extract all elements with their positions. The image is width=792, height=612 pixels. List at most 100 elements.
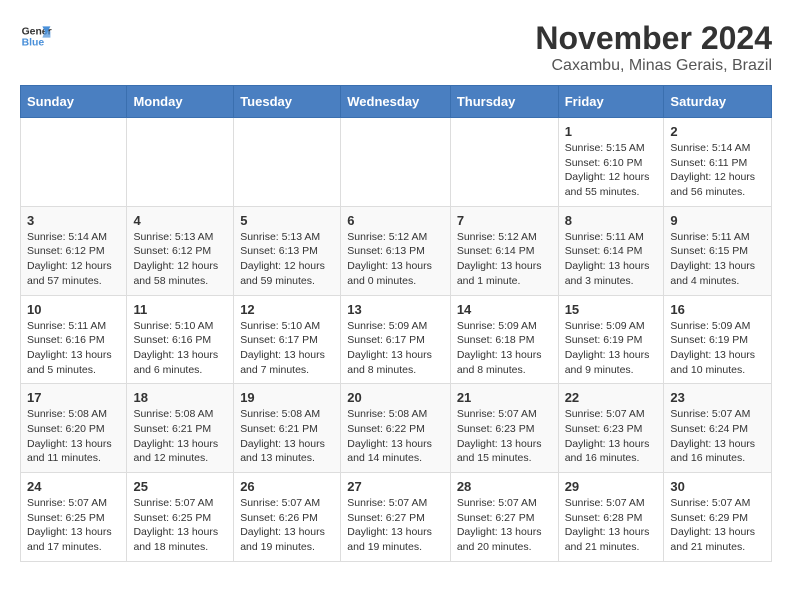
week-row-0: 1 Sunrise: 5:15 AM Sunset: 6:10 PM Daylig… bbox=[21, 118, 772, 207]
table-row: 25 Sunrise: 5:07 AM Sunset: 6:25 PM Dayli… bbox=[127, 473, 234, 562]
week-row-1: 3Sunrise: 5:14 AM Sunset: 6:12 PM Daylig… bbox=[21, 206, 772, 295]
day-number: 10 bbox=[27, 302, 120, 317]
table-row: 14 Sunrise: 5:09 AM Sunset: 6:18 PM Dayli… bbox=[450, 295, 558, 384]
table-row: 29 Sunrise: 5:07 AM Sunset: 6:28 PM Dayli… bbox=[558, 473, 664, 562]
table-row: 2 Sunrise: 5:14 AM Sunset: 6:11 PM Daylig… bbox=[664, 118, 772, 207]
day-number: 7 bbox=[457, 213, 552, 228]
day-info: Sunrise: 5:08 AM Sunset: 6:21 PM Dayligh… bbox=[133, 407, 227, 466]
table-row: 4Sunrise: 5:13 AM Sunset: 6:12 PM Daylig… bbox=[127, 206, 234, 295]
day-info: Sunrise: 5:10 AM Sunset: 6:17 PM Dayligh… bbox=[240, 319, 334, 378]
table-row: 23Sunrise: 5:07 AM Sunset: 6:24 PM Dayli… bbox=[664, 384, 772, 473]
day-info: Sunrise: 5:07 AM Sunset: 6:25 PM Dayligh… bbox=[133, 496, 227, 555]
header-sunday: Sunday bbox=[21, 86, 127, 118]
header-tuesday: Tuesday bbox=[234, 86, 341, 118]
table-row: 18 Sunrise: 5:08 AM Sunset: 6:21 PM Dayli… bbox=[127, 384, 234, 473]
day-info: Sunrise: 5:15 AM Sunset: 6:10 PM Dayligh… bbox=[565, 141, 658, 200]
table-row: 20 Sunrise: 5:08 AM Sunset: 6:22 PM Dayli… bbox=[341, 384, 451, 473]
week-row-4: 24 Sunrise: 5:07 AM Sunset: 6:25 PM Dayli… bbox=[21, 473, 772, 562]
header-wednesday: Wednesday bbox=[341, 86, 451, 118]
table-row: 24Sunrise: 5:07 AM Sunset: 6:25 PM Dayli… bbox=[21, 473, 127, 562]
day-info: Sunrise: 5:08 AM Sunset: 6:22 PM Dayligh… bbox=[347, 407, 444, 466]
week-row-3: 17 Sunrise: 5:08 AM Sunset: 6:20 PM Dayli… bbox=[21, 384, 772, 473]
title-section: November 2024 Caxambu, Minas Gerais, Bra… bbox=[535, 20, 772, 75]
day-number: 19 bbox=[240, 390, 334, 405]
day-info: Sunrise: 5:07 AM Sunset: 6:27 PM Dayligh… bbox=[457, 496, 552, 555]
day-info: Sunrise: 5:07 AM Sunset: 6:28 PM Dayligh… bbox=[565, 496, 658, 555]
table-row: 17 Sunrise: 5:08 AM Sunset: 6:20 PM Dayli… bbox=[21, 384, 127, 473]
location-subtitle: Caxambu, Minas Gerais, Brazil bbox=[535, 57, 772, 75]
day-number: 13 bbox=[347, 302, 444, 317]
day-info: Sunrise: 5:09 AM Sunset: 6:19 PM Dayligh… bbox=[565, 319, 658, 378]
day-info: Sunrise: 5:10 AM Sunset: 6:16 PM Dayligh… bbox=[133, 319, 227, 378]
table-row: 21 Sunrise: 5:07 AM Sunset: 6:23 PM Dayli… bbox=[450, 384, 558, 473]
day-info: Sunrise: 5:11 AM Sunset: 6:16 PM Dayligh… bbox=[27, 319, 120, 378]
day-number: 1 bbox=[565, 124, 658, 139]
day-number: 6 bbox=[347, 213, 444, 228]
table-row: 10 Sunrise: 5:11 AM Sunset: 6:16 PM Dayli… bbox=[21, 295, 127, 384]
table-row: 30 Sunrise: 5:07 AM Sunset: 6:29 PM Dayli… bbox=[664, 473, 772, 562]
day-number: 2 bbox=[670, 124, 765, 139]
day-info: Sunrise: 5:09 AM Sunset: 6:17 PM Dayligh… bbox=[347, 319, 444, 378]
table-row: 15 Sunrise: 5:09 AM Sunset: 6:19 PM Dayli… bbox=[558, 295, 664, 384]
day-number: 26 bbox=[240, 479, 334, 494]
header-friday: Friday bbox=[558, 86, 664, 118]
table-row: 16 Sunrise: 5:09 AM Sunset: 6:19 PM Dayli… bbox=[664, 295, 772, 384]
calendar-header-row: Sunday Monday Tuesday Wednesday Thursday… bbox=[21, 86, 772, 118]
day-info: Sunrise: 5:07 AM Sunset: 6:23 PM Dayligh… bbox=[457, 407, 552, 466]
day-info: Sunrise: 5:08 AM Sunset: 6:20 PM Dayligh… bbox=[27, 407, 120, 466]
day-number: 4 bbox=[133, 213, 227, 228]
table-row: 9Sunrise: 5:11 AM Sunset: 6:15 PM Daylig… bbox=[664, 206, 772, 295]
day-number: 18 bbox=[133, 390, 227, 405]
table-row: 19Sunrise: 5:08 AM Sunset: 6:21 PM Dayli… bbox=[234, 384, 341, 473]
table-row: 11 Sunrise: 5:10 AM Sunset: 6:16 PM Dayli… bbox=[127, 295, 234, 384]
day-number: 5 bbox=[240, 213, 334, 228]
table-row: 28 Sunrise: 5:07 AM Sunset: 6:27 PM Dayli… bbox=[450, 473, 558, 562]
calendar-table: Sunday Monday Tuesday Wednesday Thursday… bbox=[20, 85, 772, 562]
month-title: November 2024 bbox=[535, 20, 772, 57]
week-row-2: 10 Sunrise: 5:11 AM Sunset: 6:16 PM Dayli… bbox=[21, 295, 772, 384]
header-saturday: Saturday bbox=[664, 86, 772, 118]
table-row bbox=[127, 118, 234, 207]
table-row bbox=[450, 118, 558, 207]
day-info: Sunrise: 5:12 AM Sunset: 6:14 PM Dayligh… bbox=[457, 230, 552, 289]
day-number: 17 bbox=[27, 390, 120, 405]
day-number: 11 bbox=[133, 302, 227, 317]
day-number: 25 bbox=[133, 479, 227, 494]
table-row: 12 Sunrise: 5:10 AM Sunset: 6:17 PM Dayli… bbox=[234, 295, 341, 384]
day-number: 14 bbox=[457, 302, 552, 317]
day-number: 21 bbox=[457, 390, 552, 405]
day-number: 9 bbox=[670, 213, 765, 228]
logo: General Blue bbox=[20, 20, 52, 52]
day-number: 30 bbox=[670, 479, 765, 494]
table-row bbox=[234, 118, 341, 207]
table-row: 6 Sunrise: 5:12 AM Sunset: 6:13 PM Daylig… bbox=[341, 206, 451, 295]
day-info: Sunrise: 5:09 AM Sunset: 6:18 PM Dayligh… bbox=[457, 319, 552, 378]
table-row: 3Sunrise: 5:14 AM Sunset: 6:12 PM Daylig… bbox=[21, 206, 127, 295]
table-row bbox=[341, 118, 451, 207]
day-number: 8 bbox=[565, 213, 658, 228]
day-info: Sunrise: 5:14 AM Sunset: 6:12 PM Dayligh… bbox=[27, 230, 120, 289]
day-info: Sunrise: 5:07 AM Sunset: 6:24 PM Dayligh… bbox=[670, 407, 765, 466]
day-info: Sunrise: 5:07 AM Sunset: 6:29 PM Dayligh… bbox=[670, 496, 765, 555]
day-info: Sunrise: 5:14 AM Sunset: 6:11 PM Dayligh… bbox=[670, 141, 765, 200]
day-number: 24 bbox=[27, 479, 120, 494]
day-info: Sunrise: 5:07 AM Sunset: 6:26 PM Dayligh… bbox=[240, 496, 334, 555]
day-info: Sunrise: 5:07 AM Sunset: 6:23 PM Dayligh… bbox=[565, 407, 658, 466]
day-number: 22 bbox=[565, 390, 658, 405]
table-row: 27Sunrise: 5:07 AM Sunset: 6:27 PM Dayli… bbox=[341, 473, 451, 562]
day-number: 12 bbox=[240, 302, 334, 317]
day-number: 20 bbox=[347, 390, 444, 405]
day-number: 16 bbox=[670, 302, 765, 317]
svg-text:Blue: Blue bbox=[22, 38, 45, 49]
day-info: Sunrise: 5:07 AM Sunset: 6:27 PM Dayligh… bbox=[347, 496, 444, 555]
day-number: 28 bbox=[457, 479, 552, 494]
header-thursday: Thursday bbox=[450, 86, 558, 118]
day-info: Sunrise: 5:09 AM Sunset: 6:19 PM Dayligh… bbox=[670, 319, 765, 378]
table-row: 22 Sunrise: 5:07 AM Sunset: 6:23 PM Dayli… bbox=[558, 384, 664, 473]
table-row: 7 Sunrise: 5:12 AM Sunset: 6:14 PM Daylig… bbox=[450, 206, 558, 295]
table-row: 5Sunrise: 5:13 AM Sunset: 6:13 PM Daylig… bbox=[234, 206, 341, 295]
table-row: 8Sunrise: 5:11 AM Sunset: 6:14 PM Daylig… bbox=[558, 206, 664, 295]
day-info: Sunrise: 5:12 AM Sunset: 6:13 PM Dayligh… bbox=[347, 230, 444, 289]
day-number: 15 bbox=[565, 302, 658, 317]
day-number: 29 bbox=[565, 479, 658, 494]
